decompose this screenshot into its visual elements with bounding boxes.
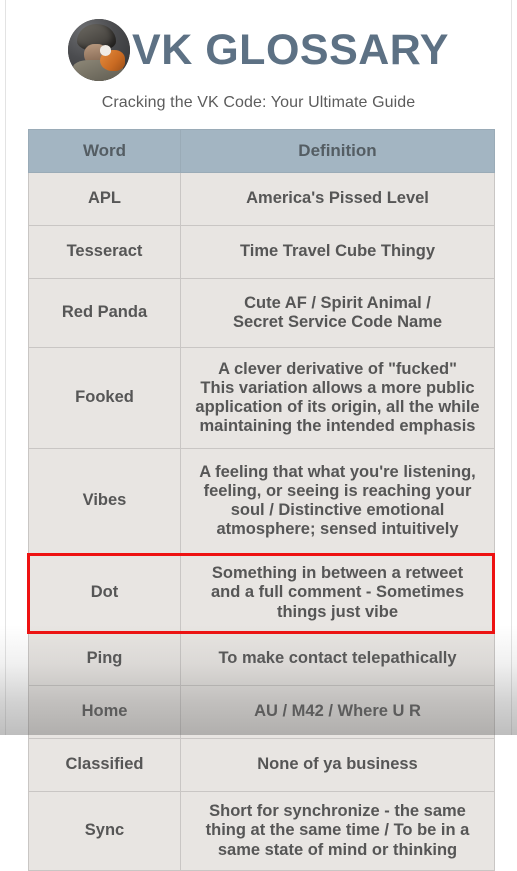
masthead: VK GLOSSARY: [0, 0, 517, 81]
cell-word: Classified: [28, 738, 181, 792]
cell-word: APL: [28, 172, 181, 226]
cell-definition: America's Pissed Level: [180, 172, 495, 226]
column-header-definition: Definition: [180, 129, 495, 173]
table-header: Word Definition: [28, 129, 495, 173]
cell-word: Sync: [28, 791, 181, 871]
table-row: Classified None of ya business: [28, 738, 495, 792]
table-row: Dot Something in between a retweet and a f…: [28, 553, 495, 633]
cell-definition: Time Travel Cube Thingy: [180, 225, 495, 279]
cell-definition: To make contact telepathically: [180, 632, 495, 686]
table-row: Ping To make contact telepathically: [28, 632, 495, 686]
cell-definition: A clever derivative of "fucked" This vari…: [180, 347, 495, 449]
cell-word: Home: [28, 685, 181, 739]
cell-word: Tesseract: [28, 225, 181, 279]
page-edge-left-rule: [5, 0, 6, 735]
table-row: Home AU / M42 / Where U R: [28, 685, 495, 739]
cell-word: Fooked: [28, 347, 181, 449]
cell-definition: A feeling that what you're listening, fee…: [180, 448, 495, 554]
cell-definition: Short for synchronize - the same thing at…: [180, 791, 495, 871]
cell-word: Vibes: [28, 448, 181, 554]
table-row: Tesseract Time Travel Cube Thingy: [28, 225, 495, 279]
column-header-word: Word: [28, 129, 181, 173]
cell-definition: AU / M42 / Where U R: [180, 685, 495, 739]
cell-word: Ping: [28, 632, 181, 686]
table-row: Red Panda Cute AF / Spirit Animal / Secret…: [28, 278, 495, 348]
page-title: VK GLOSSARY: [132, 25, 449, 74]
table-row: Vibes A feeling that what you're listenin…: [28, 448, 495, 554]
cell-definition: None of ya business: [180, 738, 495, 792]
glossary-table: Word Definition APL America's Pissed Leve…: [28, 129, 495, 871]
glossary-table-container: Word Definition APL America's Pissed Leve…: [28, 129, 495, 871]
glossary-page: VK GLOSSARY Cracking the VK Code: Your U…: [0, 0, 517, 871]
avatar: [68, 19, 131, 81]
table-row: Fooked A clever derivative of "fucked" Thi…: [28, 347, 495, 449]
cell-word: Dot: [28, 553, 181, 633]
cell-definition: Cute AF / Spirit Animal / Secret Service …: [180, 278, 495, 348]
table-row: Sync Short for synchronize - the same thin…: [28, 791, 495, 871]
page-edge-right-rule: [511, 0, 512, 735]
table-header-row: Word Definition: [28, 129, 495, 173]
page-subtitle: Cracking the VK Code: Your Ultimate Guid…: [101, 94, 416, 111]
cell-definition: Something in between a retweet and a full…: [180, 553, 495, 633]
cell-word: Red Panda: [28, 278, 181, 348]
table-row: APL America's Pissed Level: [28, 172, 495, 226]
table-body: APL America's Pissed Level Tesseract Time T…: [28, 172, 495, 871]
